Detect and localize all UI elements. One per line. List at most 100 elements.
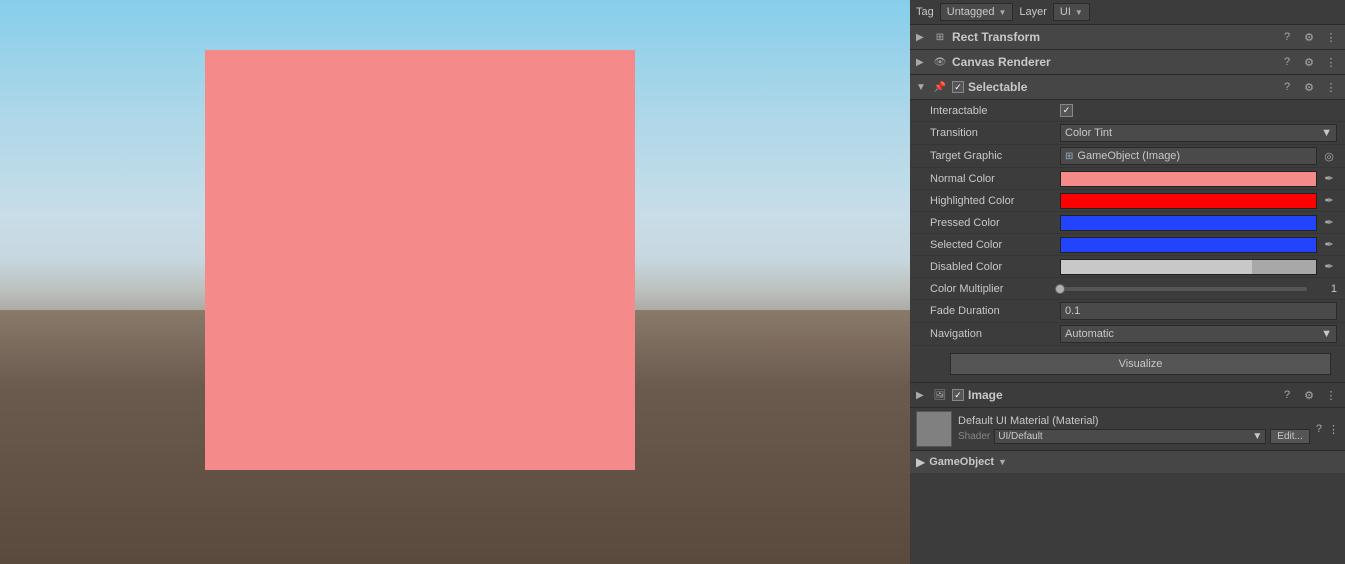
color-multiplier-slider: 1 [1060, 283, 1337, 295]
image-material-row: Default UI Material (Material) Shader UI… [910, 408, 1345, 451]
gameobject-arrow-icon: ▼ [998, 457, 1007, 467]
selectable-enabled-checkbox[interactable]: ✓ [952, 81, 964, 93]
material-preview-thumbnail [916, 411, 952, 447]
highlighted-color-bar[interactable] [1060, 193, 1317, 209]
rect-transform-actions: ? ⚙ ⋮ [1279, 31, 1339, 44]
transition-dropdown-arrow-icon: ▼ [1321, 127, 1332, 139]
canvas-renderer-actions: ? ⚙ ⋮ [1279, 56, 1339, 69]
pressed-color-bar[interactable] [1060, 215, 1317, 231]
transition-dropdown-value: Color Tint [1065, 127, 1112, 139]
tag-layer-row: Tag Untagged ▼ Layer UI ▼ [910, 0, 1345, 25]
highlighted-color-row: Highlighted Color ✒ [910, 190, 1345, 212]
image-more-icon[interactable]: ⋮ [1323, 389, 1339, 402]
gameobject-label: GameObject [929, 456, 994, 468]
highlighted-color-label: Highlighted Color [930, 195, 1060, 207]
selected-color-bar[interactable] [1060, 237, 1317, 253]
selectable-properties: Interactable ✓ Transition Color Tint ▼ T… [910, 100, 1345, 346]
interactable-checkbox[interactable]: ✓ [1060, 104, 1073, 117]
rect-transform-settings-icon[interactable]: ⚙ [1301, 31, 1317, 44]
rect-transform-help-icon[interactable]: ? [1279, 31, 1295, 43]
image-expand-icon: ▶ [916, 390, 928, 401]
material-more-icon[interactable]: ⋮ [1328, 423, 1339, 436]
navigation-row: Navigation Automatic ▼ [910, 323, 1345, 346]
shader-dropdown-arrow-icon: ▼ [1252, 431, 1262, 442]
selected-color-bar-container: ✒ [1060, 237, 1337, 253]
selectable-check-icon: ✓ [954, 82, 962, 93]
navigation-dropdown-value: Automatic [1065, 328, 1114, 340]
shader-row: Shader UI/Default ▼ Edit... [958, 429, 1310, 444]
color-multiplier-thumb[interactable] [1055, 284, 1065, 294]
image-title: Image [968, 388, 1275, 402]
rect-transform-header[interactable]: ▶ ⊞ Rect Transform ? ⚙ ⋮ [910, 25, 1345, 50]
material-name: Default UI Material (Material) [958, 415, 1310, 427]
image-actions: ? ⚙ ⋮ [1279, 389, 1339, 402]
color-multiplier-number: 1 [1313, 283, 1337, 295]
tag-value: Untagged [947, 6, 995, 18]
image-enabled-checkbox[interactable]: ✓ [952, 389, 964, 401]
target-graphic-picker-icon[interactable]: ◎ [1321, 148, 1337, 164]
navigation-dropdown-arrow-icon: ▼ [1321, 328, 1332, 340]
pressed-color-eyedropper-icon[interactable]: ✒ [1321, 215, 1337, 231]
fade-duration-row: Fade Duration [910, 300, 1345, 323]
image-settings-icon[interactable]: ⚙ [1301, 389, 1317, 402]
canvas-renderer-header[interactable]: ▶ 👁 Canvas Renderer ? ⚙ ⋮ [910, 50, 1345, 75]
canvas-renderer-help-icon[interactable]: ? [1279, 56, 1295, 68]
normal-color-bar[interactable] [1060, 171, 1317, 187]
selectable-more-icon[interactable]: ⋮ [1323, 81, 1339, 94]
interactable-value: ✓ [1060, 104, 1337, 117]
highlighted-color-eyedropper-icon[interactable]: ✒ [1321, 193, 1337, 209]
selected-color-eyedropper-icon[interactable]: ✒ [1321, 237, 1337, 253]
tag-label: Tag [916, 6, 934, 18]
material-help-icon[interactable]: ? [1316, 423, 1322, 435]
image-check-icon: ✓ [954, 390, 962, 401]
image-help-icon[interactable]: ? [1279, 389, 1295, 401]
canvas-renderer-more-icon[interactable]: ⋮ [1323, 56, 1339, 69]
selectable-expand-icon: ▼ [916, 82, 928, 93]
visualize-button[interactable]: Visualize [950, 353, 1331, 375]
color-multiplier-row: Color Multiplier 1 [910, 278, 1345, 300]
target-graphic-field[interactable]: ⊞ GameObject (Image) [1060, 147, 1317, 165]
selectable-actions: ? ⚙ ⋮ [1279, 81, 1339, 94]
pressed-color-bar-container: ✒ [1060, 215, 1337, 231]
gameobject-row[interactable]: ▶ GameObject ▼ [910, 451, 1345, 473]
transition-row: Transition Color Tint ▼ [910, 122, 1345, 145]
image-component-icon: 🖼 [932, 387, 948, 403]
canvas-renderer-title: Canvas Renderer [952, 55, 1275, 69]
color-multiplier-track[interactable] [1060, 287, 1307, 291]
transition-dropdown[interactable]: Color Tint ▼ [1060, 124, 1337, 142]
disabled-color-bar[interactable] [1060, 259, 1317, 275]
fade-duration-value [1060, 302, 1337, 320]
transition-label: Transition [930, 127, 1060, 139]
fade-duration-label: Fade Duration [930, 305, 1060, 317]
fade-duration-input[interactable] [1060, 302, 1337, 320]
rect-transform-expand-icon: ▶ [916, 32, 928, 43]
disabled-color-value: ✒ [1060, 259, 1337, 275]
pressed-color-label: Pressed Color [930, 217, 1060, 229]
normal-color-eyedropper-icon[interactable]: ✒ [1321, 171, 1337, 187]
disabled-color-eyedropper-icon[interactable]: ✒ [1321, 259, 1337, 275]
inspector-panel: Tag Untagged ▼ Layer UI ▼ ▶ ⊞ Rect Trans… [910, 0, 1345, 564]
layer-value: UI [1060, 6, 1071, 18]
navigation-dropdown[interactable]: Automatic ▼ [1060, 325, 1337, 343]
canvas-renderer-settings-icon[interactable]: ⚙ [1301, 56, 1317, 69]
tag-arrow-icon: ▼ [998, 8, 1006, 17]
shader-dropdown[interactable]: UI/Default ▼ [994, 429, 1266, 444]
image-header[interactable]: ▶ 🖼 ✓ Image ? ⚙ ⋮ [910, 382, 1345, 408]
layer-arrow-icon: ▼ [1075, 8, 1083, 17]
disabled-color-label: Disabled Color [930, 261, 1060, 273]
selectable-header[interactable]: ▼ 📌 ✓ Selectable ? ⚙ ⋮ [910, 75, 1345, 100]
normal-color-value: ✒ [1060, 171, 1337, 187]
gameobject-expand-icon: ▶ [916, 455, 925, 469]
selectable-pin-icon: 📌 [932, 79, 948, 95]
selected-color-label: Selected Color [930, 239, 1060, 251]
tag-dropdown[interactable]: Untagged ▼ [940, 3, 1014, 21]
selectable-title: Selectable [968, 80, 1275, 94]
target-graphic-field-value: GameObject (Image) [1077, 150, 1180, 162]
interactable-check-icon: ✓ [1063, 105, 1071, 116]
layer-dropdown[interactable]: UI ▼ [1053, 3, 1090, 21]
selectable-settings-icon[interactable]: ⚙ [1301, 81, 1317, 94]
shader-label: Shader [958, 431, 990, 442]
shader-edit-button[interactable]: Edit... [1270, 429, 1310, 444]
selectable-help-icon[interactable]: ? [1279, 81, 1295, 93]
rect-transform-more-icon[interactable]: ⋮ [1323, 31, 1339, 44]
